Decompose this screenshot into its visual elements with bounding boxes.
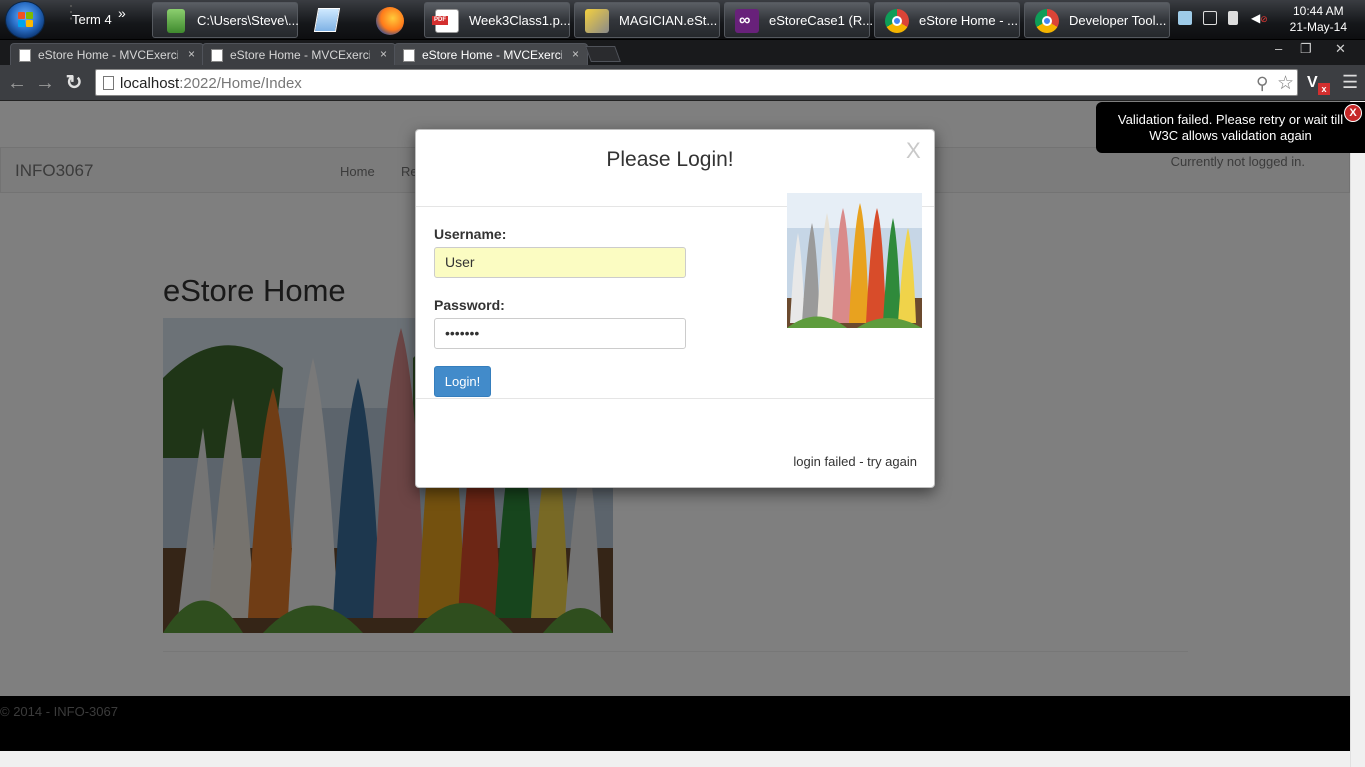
- taskbar-item-label: Week3Class1.p...: [469, 13, 571, 28]
- tab-title: eStore Home - MVCExerci: [230, 48, 370, 62]
- taskbar-toolbar-label: Term 4: [72, 12, 112, 27]
- new-tab-button[interactable]: [585, 46, 621, 62]
- page-icon: [19, 49, 31, 62]
- taskbar-item-pdf[interactable]: PDF Week3Class1.p...: [424, 2, 571, 38]
- network-icon[interactable]: [1203, 11, 1217, 25]
- page-icon: [211, 49, 223, 62]
- vertical-scrollbar[interactable]: [1350, 101, 1365, 767]
- tray-app-icon[interactable]: [1178, 11, 1192, 25]
- browser-tab-active[interactable]: eStore Home - MVCExerci ×: [394, 43, 588, 65]
- taskbar-item-chrome-estore[interactable]: eStore Home - ...: [874, 2, 1020, 38]
- taskbar-item-label: eStoreCase1 (R...: [769, 13, 874, 28]
- taskbar-item-label: C:\Users\Steve\...: [197, 13, 299, 28]
- taskbar-item-explorer[interactable]: C:\Users\Steve\...: [152, 2, 299, 38]
- start-button[interactable]: [5, 1, 45, 39]
- menu-icon[interactable]: ☰: [1342, 72, 1358, 93]
- taskbar-toolbar-term4[interactable]: ⋮ Term 4 »: [58, 2, 148, 38]
- taskbar-item-label: eStore Home - ...: [919, 13, 1018, 28]
- windows-logo-icon: [18, 12, 34, 28]
- toolbar-expand-icon[interactable]: »: [118, 5, 126, 21]
- browser-tab[interactable]: eStore Home - MVCExerci ×: [202, 43, 396, 65]
- chrome-icon: [885, 9, 909, 33]
- taskbar-item-label: MAGICIAN.eSt...: [619, 13, 718, 28]
- username-field[interactable]: User: [434, 247, 686, 278]
- browser-tab-strip: eStore Home - MVCExerci × eStore Home - …: [0, 40, 1365, 65]
- login-modal: Please Login! X Username: User Password:…: [415, 129, 935, 488]
- clock-time: 10:44 AM: [1292, 4, 1344, 18]
- page-icon: [103, 76, 114, 90]
- tab-title: eStore Home - MVCExerci: [422, 48, 562, 62]
- volume-muted-icon[interactable]: ◀⊘: [1251, 11, 1268, 25]
- power-icon[interactable]: [1228, 11, 1238, 25]
- modal-footer-divider: [416, 398, 934, 399]
- back-arrow-icon[interactable]: ←: [5, 71, 29, 95]
- address-bar[interactable]: localhost:2022/Home/Index ⚲ ☆: [95, 69, 1298, 96]
- search-icon[interactable]: ⚲: [1256, 74, 1268, 94]
- password-field[interactable]: •••••••: [434, 318, 686, 349]
- minimize-button[interactable]: –: [1275, 41, 1282, 56]
- validation-toast: Validation failed. Please retry or wait …: [1096, 102, 1365, 153]
- chrome-icon: [1035, 9, 1059, 33]
- toast-close-button[interactable]: X: [1344, 104, 1362, 122]
- windows-taskbar: ⋮ Term 4 » C:\Users\Steve\... PDF Week3C…: [0, 0, 1365, 40]
- login-error-message: login failed - try again: [793, 454, 917, 469]
- login-button[interactable]: Login!: [434, 366, 491, 397]
- url-text: localhost:2022/Home/Index: [120, 75, 302, 92]
- modal-close-button[interactable]: X: [906, 138, 921, 164]
- taskbar-item-visual-studio[interactable]: ∞ eStoreCase1 (R...: [724, 2, 874, 38]
- taskbar-item-chrome-devtools[interactable]: Developer Tool...: [1024, 2, 1170, 38]
- taskbar-pinned-notepad[interactable]: [304, 2, 360, 38]
- clock-date: 21-May-14: [1289, 20, 1347, 34]
- notepad-icon: [313, 8, 341, 32]
- pdf-icon: PDF: [432, 9, 459, 33]
- restore-button[interactable]: ❐: [1300, 41, 1312, 57]
- explorer-icon: [167, 9, 185, 33]
- browser-tab[interactable]: eStore Home - MVCExerci ×: [10, 43, 204, 65]
- browser-toolbar: ← → ↻ localhost:2022/Home/Index ⚲ ☆ V x …: [0, 65, 1365, 101]
- password-label: Password:: [434, 297, 505, 313]
- page-icon: [403, 49, 415, 62]
- taskbar-item-label: Developer Tool...: [1069, 13, 1167, 28]
- system-clock[interactable]: 10:44 AM 21-May-14: [1290, 3, 1347, 35]
- tab-close-icon[interactable]: ×: [188, 47, 195, 61]
- tab-close-icon[interactable]: ×: [572, 47, 579, 61]
- tab-title: eStore Home - MVCExerci: [38, 48, 178, 62]
- surfboards-thumbnail-image: [787, 193, 922, 328]
- username-label: Username:: [434, 226, 507, 242]
- reload-icon[interactable]: ↻: [62, 71, 86, 95]
- bookmark-star-icon[interactable]: ☆: [1277, 72, 1294, 95]
- tab-close-icon[interactable]: ×: [380, 47, 387, 61]
- horizontal-scrollbar[interactable]: [0, 751, 1350, 767]
- taskbar-pinned-firefox[interactable]: [364, 2, 420, 38]
- close-window-button[interactable]: ✕: [1335, 41, 1346, 57]
- visual-studio-icon: ∞: [735, 9, 759, 33]
- forward-arrow-icon[interactable]: →: [33, 71, 57, 95]
- page-viewport: INFO3067 Home Re Currently not logged in…: [0, 101, 1350, 751]
- modal-title: Please Login!: [606, 148, 734, 171]
- validator-extension-icon[interactable]: V x: [1307, 72, 1330, 95]
- taskbar-item-magician[interactable]: MAGICIAN.eSt...: [574, 2, 720, 38]
- tools-icon: [585, 9, 609, 33]
- firefox-icon: [376, 7, 404, 35]
- toast-message: Validation failed. Please retry or wait …: [1117, 112, 1344, 143]
